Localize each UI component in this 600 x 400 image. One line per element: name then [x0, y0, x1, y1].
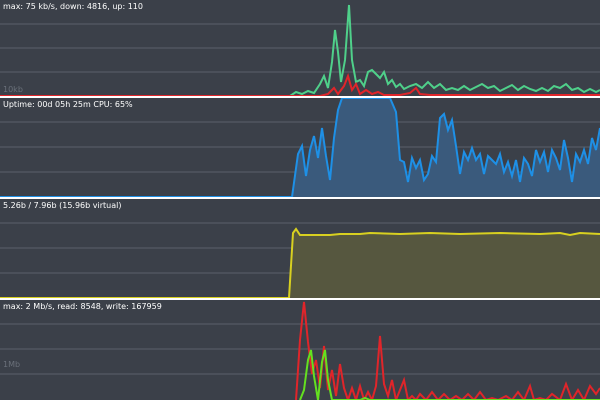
- memory-label: 5.26b / 7.96b (15.96b virtual): [3, 201, 122, 210]
- network-scale-label: 10kb: [3, 85, 23, 94]
- disk-panel: max: 2 Mb/s, read: 8548, write: 167959 1…: [0, 300, 600, 400]
- cpu-label: Uptime: 00d 05h 25m CPU: 65%: [3, 100, 133, 109]
- system-monitor: max: 75 kb/s, down: 4816, up: 110 10kb U…: [0, 0, 600, 400]
- cpu-panel: Uptime: 00d 05h 25m CPU: 65%: [0, 98, 600, 198]
- disk-label: max: 2 Mb/s, read: 8548, write: 167959: [3, 302, 162, 311]
- network-graph: [0, 4, 600, 97]
- disk-scale-label: 1Mb: [3, 360, 21, 369]
- memory-panel: 5.26b / 7.96b (15.96b virtual): [0, 199, 600, 299]
- network-label: max: 75 kb/s, down: 4816, up: 110: [3, 2, 143, 11]
- disk-graph: [0, 301, 600, 400]
- cpu-graph: [0, 98, 600, 198]
- memory-area: [289, 229, 600, 299]
- memory-graph: [0, 222, 600, 299]
- network-panel: max: 75 kb/s, down: 4816, up: 110 10kb: [0, 0, 600, 97]
- disk-write-series: [295, 301, 600, 400]
- net-down-series: [289, 4, 600, 97]
